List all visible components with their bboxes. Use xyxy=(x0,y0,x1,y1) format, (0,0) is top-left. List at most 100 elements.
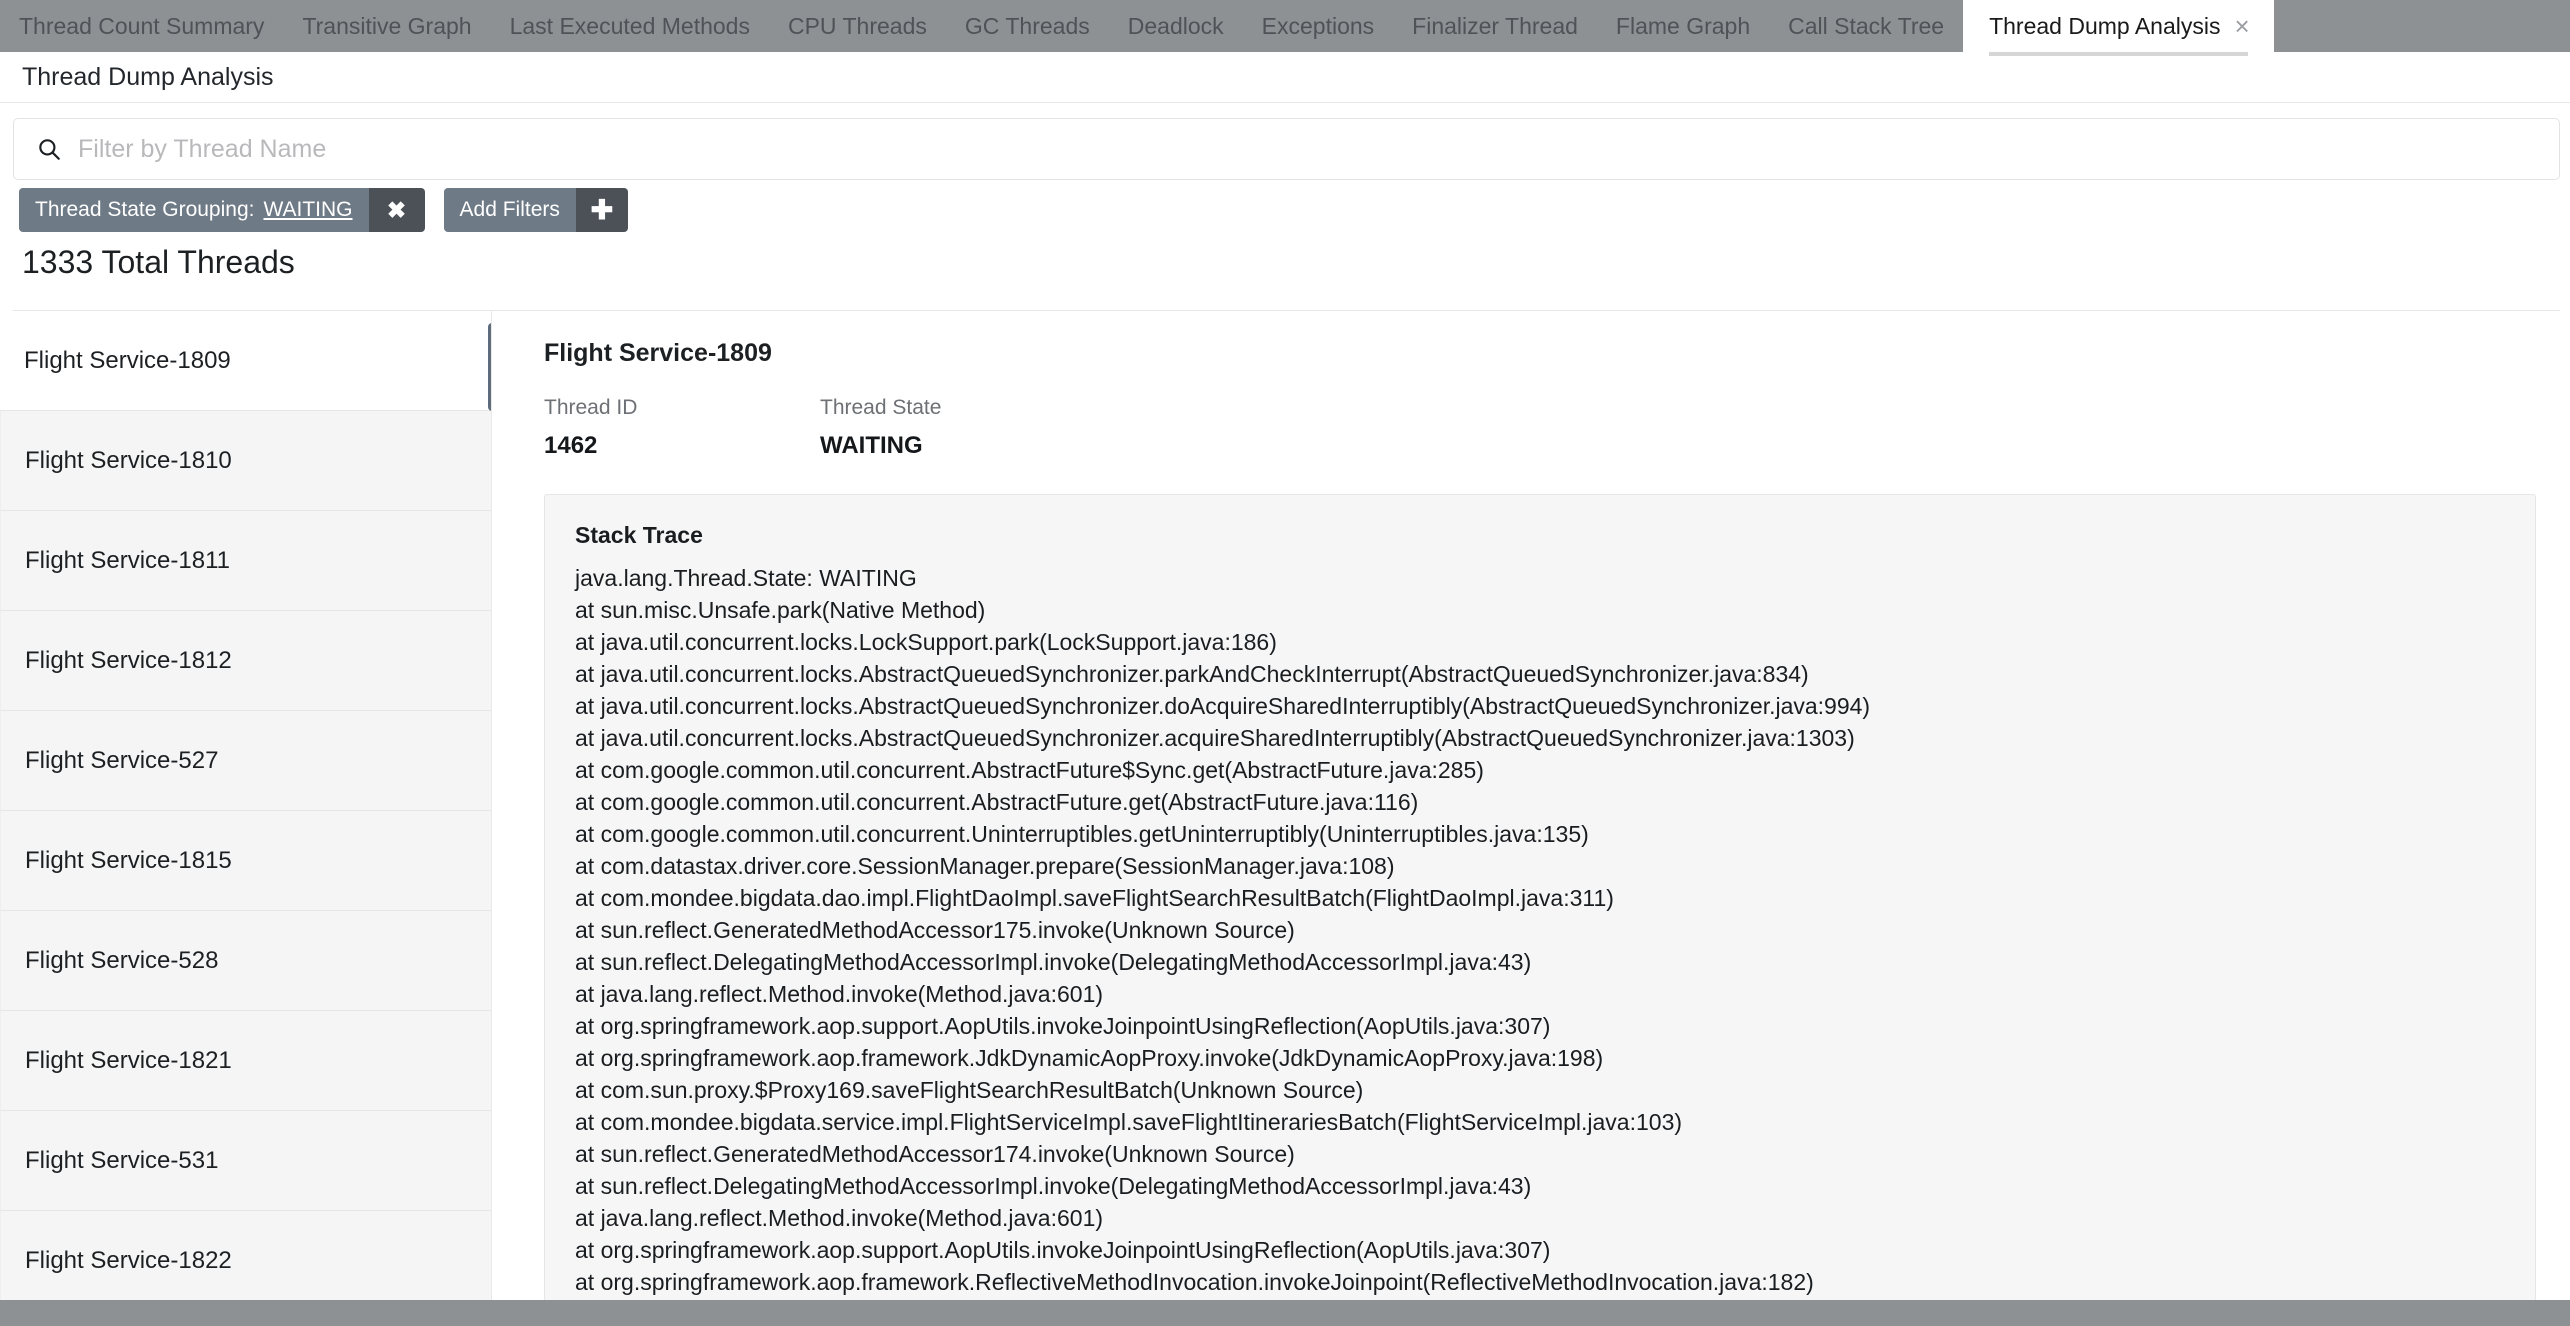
tab-cpu-threads[interactable]: CPU Threads xyxy=(769,0,946,52)
thread-list-item[interactable]: Flight Service-1809 xyxy=(0,311,491,411)
stack-trace-line: at sun.reflect.DelegatingMethodAccessorI… xyxy=(575,949,1532,975)
stack-trace-line: at com.google.common.util.concurrent.Abs… xyxy=(575,789,1419,815)
tab-label: CPU Threads xyxy=(787,12,927,39)
tab-thread-count-summary[interactable]: Thread Count Summary xyxy=(0,0,283,52)
stack-trace-line: java.lang.Thread.State: WAITING xyxy=(575,565,917,591)
thread-list-item[interactable]: Flight Service-531 xyxy=(0,1111,491,1211)
stack-trace-line: at java.lang.reflect.Method.invoke(Metho… xyxy=(575,981,1104,1007)
filter-chip-label: Add Filters xyxy=(459,198,560,221)
tab-label: Thread Count Summary xyxy=(19,12,265,39)
main-split: Flight Service-1809 Flight Service-1810 Fl… xyxy=(0,311,2570,1300)
stack-trace-panel: Stack Trace java.lang.Thread.State: WAIT… xyxy=(544,494,2536,1300)
thread-list: Flight Service-1809 Flight Service-1810 Fl… xyxy=(0,311,491,1300)
detail-thread-name: Flight Service-1809 xyxy=(544,339,772,367)
tab-bar: Thread Count Summary Transitive Graph Last… xyxy=(0,0,2570,56)
total-threads-heading: 1333 Total Threads xyxy=(22,244,295,281)
thread-list-item-label: Flight Service-531 xyxy=(25,1146,219,1174)
stack-trace-line: at java.lang.reflect.Method.invoke(Metho… xyxy=(575,1205,1104,1231)
thread-list-panel: Flight Service-1809 Flight Service-1810 Fl… xyxy=(0,311,492,1300)
thread-list-item-label: Flight Service-1809 xyxy=(24,346,231,374)
thread-list-item[interactable]: Flight Service-527 xyxy=(0,711,491,811)
tab-label: Finalizer Thread xyxy=(1412,12,1578,39)
tab-close-icon[interactable]: × xyxy=(2234,13,2249,39)
thread-list-item[interactable]: Flight Service-1812 xyxy=(0,611,491,711)
search-input[interactable] xyxy=(78,134,2559,164)
stack-trace-line: at sun.misc.Unsafe.park(Native Method) xyxy=(575,597,986,623)
total-threads-text: 1333 Total Threads xyxy=(22,244,295,280)
stack-trace-line: at sun.reflect.DelegatingMethodAccessorI… xyxy=(575,1173,1532,1199)
tab-label: Flame Graph xyxy=(1615,12,1751,39)
remove-filter-icon[interactable]: ✖ xyxy=(368,188,425,232)
thread-state-value: WAITING xyxy=(820,432,923,459)
stack-trace-line: at java.util.concurrent.locks.AbstractQu… xyxy=(575,725,1855,751)
tab-thread-dump-analysis[interactable]: Thread Dump Analysis × xyxy=(1963,0,2274,56)
page-title-text: Thread Dump Analysis xyxy=(22,62,274,91)
thread-list-item-label: Flight Service-1811 xyxy=(25,546,230,574)
thread-list-item[interactable]: Flight Service-1810 xyxy=(0,411,491,511)
filter-chip-body[interactable]: Thread State Grouping: WAITING xyxy=(19,188,369,232)
tab-transitive-graph[interactable]: Transitive Graph xyxy=(283,0,490,52)
add-filter-icon[interactable]: ✚ xyxy=(575,188,628,232)
stack-trace-label: Stack Trace xyxy=(575,522,703,548)
thread-id-field: Thread ID 1462 xyxy=(544,396,820,460)
thread-dump-analysis-app: Thread Count Summary Transitive Graph Last… xyxy=(0,0,2570,1326)
tab-label: Exceptions xyxy=(1261,12,1375,39)
tab-gc-threads[interactable]: GC Threads xyxy=(946,0,1109,52)
stack-trace-line: at com.google.common.util.concurrent.Abs… xyxy=(575,757,1484,783)
thread-list-item[interactable]: Flight Service-528 xyxy=(0,911,491,1011)
thread-list-item-label: Flight Service-527 xyxy=(25,746,219,774)
tab-label: Transitive Graph xyxy=(302,12,472,39)
tab-call-stack-tree[interactable]: Call Stack Tree xyxy=(1769,0,1963,52)
stack-trace-line: at com.google.common.util.concurrent.Uni… xyxy=(575,821,1589,847)
stack-trace-line: at sun.reflect.GeneratedMethodAccessor17… xyxy=(575,917,1295,943)
thread-detail-panel: Flight Service-1809 Thread ID 1462 Threa… xyxy=(492,311,2570,1300)
filter-chip[interactable]: Add Filters ✚ xyxy=(443,188,628,232)
filter-chip-value: WAITING xyxy=(263,198,353,221)
tab-label: Last Executed Methods xyxy=(509,12,750,39)
thread-list-item[interactable]: Flight Service-1815 xyxy=(0,811,491,911)
stack-trace-line: at com.datastax.driver.core.SessionManag… xyxy=(575,853,1395,879)
thread-list-item-label: Flight Service-1812 xyxy=(25,646,232,674)
stack-trace-line: at org.springframework.aop.framework.Ref… xyxy=(575,1269,1814,1295)
stack-trace-lines: java.lang.Thread.State: WAITING at sun.mi… xyxy=(575,562,2535,1300)
stack-trace-line: at com.sun.proxy.$Proxy169.saveFlightSea… xyxy=(575,1077,1364,1103)
stack-trace-line: at org.springframework.aop.support.AopUt… xyxy=(575,1237,1551,1263)
stack-trace-line: at org.springframework.aop.support.AopUt… xyxy=(575,1013,1551,1039)
thread-list-item-label: Flight Service-1815 xyxy=(25,846,232,874)
filter-chip-bar: Thread State Grouping: WAITING ✖ Add Filter… xyxy=(19,188,628,232)
page-title: Thread Dump Analysis xyxy=(0,52,2570,103)
filter-chip-label: Thread State Grouping: xyxy=(35,198,255,221)
stack-trace-line: at java.util.concurrent.locks.AbstractQu… xyxy=(575,661,1809,687)
tab-deadlock[interactable]: Deadlock xyxy=(1109,0,1243,52)
tab-finalizer-thread[interactable]: Finalizer Thread xyxy=(1393,0,1597,52)
stack-trace-line: at sun.reflect.GeneratedMethodAccessor17… xyxy=(575,1141,1295,1167)
thread-list-item-label: Flight Service-1822 xyxy=(25,1246,232,1274)
tab-exceptions[interactable]: Exceptions xyxy=(1243,0,1394,52)
search-icon xyxy=(36,136,62,162)
tab-last-executed-methods[interactable]: Last Executed Methods xyxy=(491,0,769,52)
thread-state-field: Thread State WAITING xyxy=(820,396,1096,460)
filter-chip[interactable]: Thread State Grouping: WAITING ✖ xyxy=(19,188,425,232)
thread-list-item[interactable]: Flight Service-1822 xyxy=(0,1211,491,1300)
thread-list-item-label: Flight Service-1821 xyxy=(25,1046,232,1074)
thread-id-label: Thread ID xyxy=(544,396,638,419)
tab-label: Deadlock xyxy=(1127,12,1224,39)
thread-list-item[interactable]: Flight Service-1811 xyxy=(0,511,491,611)
thread-state-label: Thread State xyxy=(820,396,942,419)
stack-trace-line: at org.springframework.aop.framework.Jdk… xyxy=(575,1045,1604,1071)
search-box[interactable] xyxy=(13,118,2560,180)
tab-label: GC Threads xyxy=(964,12,1090,39)
thread-list-item-label: Flight Service-1810 xyxy=(25,446,232,474)
window-bottom-bar xyxy=(0,1300,2570,1326)
thread-id-value: 1462 xyxy=(544,432,598,459)
stack-trace-line: at java.util.concurrent.locks.LockSuppor… xyxy=(575,629,1277,655)
stack-trace-line: at java.util.concurrent.locks.AbstractQu… xyxy=(575,693,1871,719)
thread-meta-row: Thread ID 1462 Thread State WAITING xyxy=(544,396,2536,460)
filter-chip-body[interactable]: Add Filters xyxy=(443,188,576,232)
stack-trace-line: at com.mondee.bigdata.service.impl.Fligh… xyxy=(575,1109,1683,1135)
stack-trace-line: at com.mondee.bigdata.dao.impl.FlightDao… xyxy=(575,885,1614,911)
thread-list-item-label: Flight Service-528 xyxy=(25,946,219,974)
tab-flame-graph[interactable]: Flame Graph xyxy=(1597,0,1769,52)
thread-list-item[interactable]: Flight Service-1821 xyxy=(0,1011,491,1111)
tab-label: Call Stack Tree xyxy=(1788,12,1945,39)
